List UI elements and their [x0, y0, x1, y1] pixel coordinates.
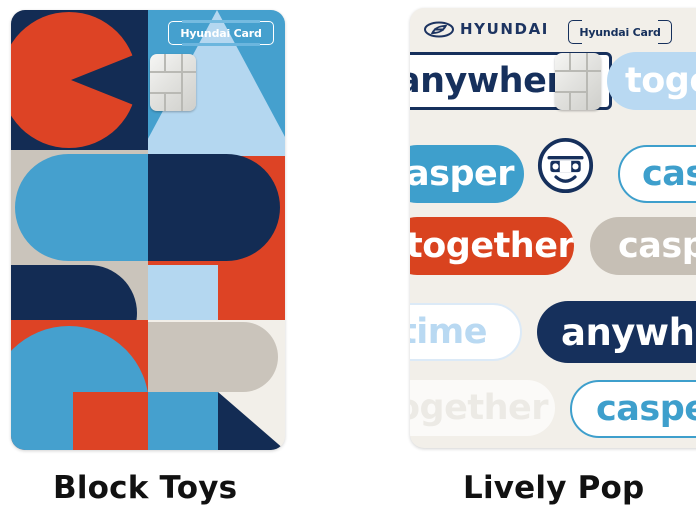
block-cell-red-circle: [11, 320, 148, 450]
pill-cas: cas: [618, 145, 696, 203]
hyundai-wordmark-text: HYUNDAI: [460, 20, 549, 38]
block-cell-navy-red: [11, 10, 148, 150]
caption-block-toys: Block Toys: [53, 470, 238, 506]
hyundai-card-badge-left: Hyundai Card: [168, 20, 274, 46]
card-lively-pop[interactable]: anywhere toge asper cas together casp ti…: [410, 8, 696, 448]
pill-label: caspe: [596, 389, 696, 429]
pill-label: toge: [625, 61, 696, 101]
shape-red-square-notch: [73, 392, 148, 450]
emv-chip-icon-left: [150, 54, 196, 111]
pill-ogether: ogether: [410, 380, 555, 436]
casper-face-icon: [537, 137, 594, 194]
pill-label: anywher: [561, 310, 696, 354]
pill-caspe: caspe: [570, 380, 696, 438]
shape-stone-rounded-bar: [148, 322, 278, 392]
pill-together: together: [410, 217, 574, 275]
block-cell-paleblue-red: [148, 265, 285, 320]
pill-toge: toge: [607, 52, 696, 110]
hyundai-h-oval-icon: [424, 21, 454, 38]
pill-label: casp: [618, 226, 696, 266]
badge-bracket-top: [182, 20, 260, 23]
hyundai-card-badge-text: Hyundai Card: [579, 25, 661, 39]
shape-navy-rounded-bar: [148, 154, 280, 261]
hyundai-wordmark: HYUNDAI: [424, 21, 549, 38]
pill-label: ogether: [410, 388, 548, 428]
block-cell-navy-bar: [148, 150, 285, 265]
pill-anywher: anywher: [537, 301, 696, 363]
emv-chip-icon-right: [555, 53, 601, 110]
shape-navy-pill: [11, 265, 137, 320]
block-cell-stone-navy: [148, 320, 285, 450]
shape-navy-triangle: [218, 392, 285, 450]
caption-lively-pop: Lively Pop: [463, 470, 645, 506]
pill-time: time: [410, 303, 522, 361]
pill-casp: casp: [590, 217, 696, 275]
pill-label: together: [410, 226, 574, 266]
pill-label: cas: [642, 154, 696, 194]
badge-bracket-bottom: [582, 42, 658, 45]
hyundai-card-badge-text: Hyundai Card: [180, 26, 262, 40]
block-cell-navy-pill: [11, 265, 148, 320]
pill-label: asper: [410, 154, 515, 194]
hyundai-card-badge-right: Hyundai Card: [568, 19, 672, 45]
block-cell-blue-bar: [11, 150, 148, 265]
badge-bracket-top: [582, 19, 658, 22]
pill-label: time: [410, 312, 487, 352]
shape-blue-rounded-bar: [15, 154, 148, 261]
badge-bracket-bottom: [182, 43, 260, 46]
shape-pale-blue-square: [148, 265, 218, 320]
pill-asper: asper: [410, 145, 524, 203]
shape-blue-square: [148, 392, 218, 450]
card-block-toys[interactable]: [11, 10, 285, 450]
